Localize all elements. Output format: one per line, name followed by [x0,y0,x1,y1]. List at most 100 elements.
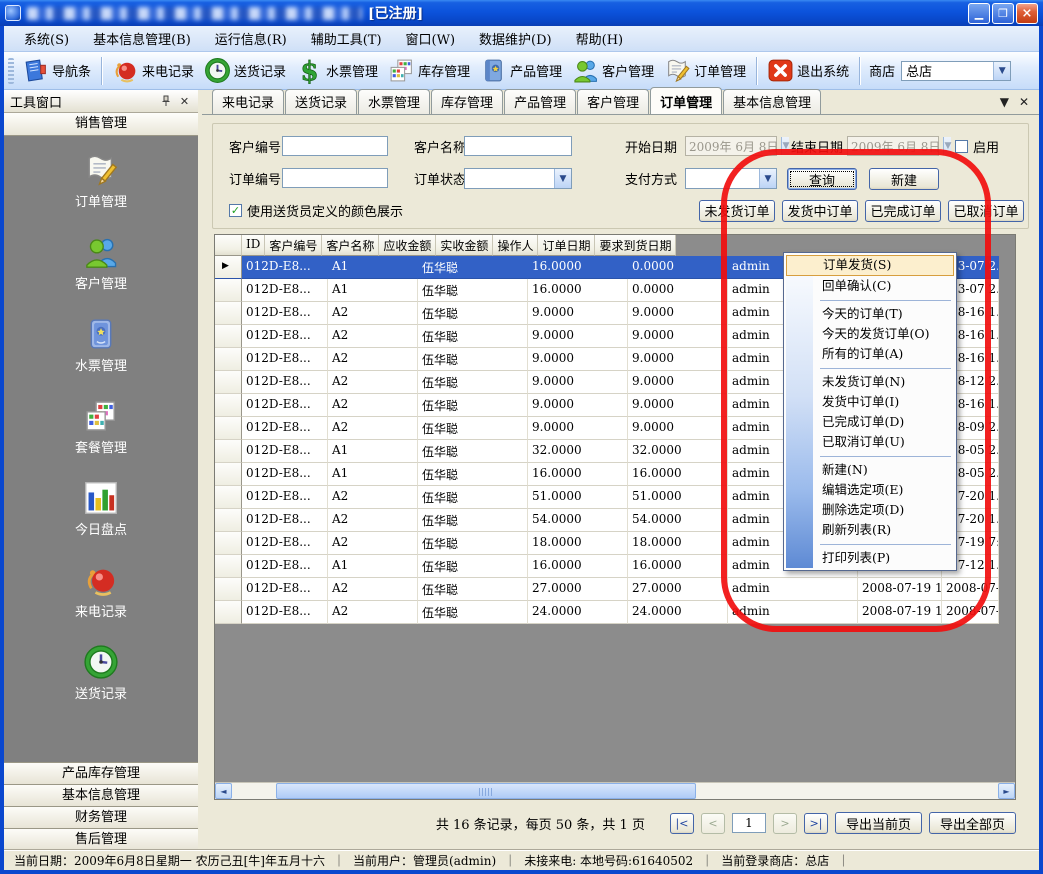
export-current-page-button[interactable]: 导出当前页 [835,812,922,834]
sidebar-section-sales[interactable]: 销售管理 [4,113,198,136]
row-selector-cell[interactable] [215,463,242,486]
scroll-right-icon[interactable]: ► [998,783,1015,799]
row-selector-cell[interactable] [215,302,242,325]
tab-scroll-chevron-icon[interactable]: ▼ [1000,95,1009,109]
export-all-pages-button[interactable]: 导出全部页 [929,812,1016,834]
menubar-item[interactable]: 数据维护(D) [467,26,564,51]
enable-checkbox[interactable] [955,140,968,153]
toolbar-button-orders[interactable]: 订单管理 [659,55,751,86]
sidebar-section-after-sales[interactable]: 售后管理 [4,828,198,850]
horizontal-scrollbar[interactable]: ◄ ► [215,782,1015,799]
pin-icon[interactable] [158,94,173,109]
menu-item-todays-shipping-orders[interactable]: 今天的发货订单(O) [786,324,954,344]
menubar-item[interactable]: 辅助工具(T) [299,26,394,51]
row-selector-cell[interactable] [215,417,242,440]
row-selector-cell[interactable] [215,256,242,279]
menu-item-completed-orders[interactable]: 已完成订单(D) [786,412,954,432]
order-status-select[interactable]: ▼ [464,168,572,189]
toolbar-button-customers[interactable]: 客户管理 [567,55,659,86]
sidebar-item-call-records[interactable]: 来电记录 [4,562,198,620]
toolbar-button-water-tickets[interactable]: $ 水票管理 [291,55,383,86]
menu-item-new[interactable]: 新建(N) [786,460,954,480]
row-selector-cell[interactable] [215,486,242,509]
column-header[interactable]: 订单日期 [538,235,595,256]
menu-item-shipping-orders[interactable]: 发货中订单(I) [786,392,954,412]
menu-item-edit-selected[interactable]: 编辑选定项(E) [786,480,954,500]
toolbar-button-inventory[interactable]: 库存管理 [383,55,475,86]
row-selector-cell[interactable] [215,440,242,463]
tab-customers[interactable]: 客户管理 [577,89,649,114]
menubar-item[interactable]: 帮助(H) [564,26,635,51]
table-row[interactable]: 012D-E8... A2 伍华聪 27.0000 27.0000 admin … [215,578,999,601]
sidebar-section-product-inventory[interactable]: 产品库存管理 [4,762,198,784]
shop-select[interactable]: 总店 ▼ [901,61,1011,81]
page-number-input[interactable]: 1 [732,813,766,833]
row-selector-cell[interactable] [215,325,242,348]
menu-item-confirm-receipt[interactable]: 回单确认(C) [786,276,954,296]
sidebar-item-delivery-records[interactable]: 送货记录 [4,644,198,702]
toolbar-button-call-records[interactable]: 来电记录 [107,55,199,86]
row-selector-cell[interactable] [215,371,242,394]
sidebar-item-water-tickets[interactable]: 水票管理 [4,316,198,374]
maximize-button[interactable]: ❐ [992,3,1014,24]
column-header[interactable]: 应收金额 [379,235,436,256]
row-selector-cell[interactable] [215,601,242,624]
close-button[interactable]: × [1016,3,1038,24]
row-selector-cell[interactable] [215,394,242,417]
first-page-button[interactable]: |< [670,813,694,834]
menubar-item[interactable]: 运行信息(R) [203,26,299,51]
toolbar-button-products[interactable]: 产品管理 [475,55,567,86]
sidebar-item-packages[interactable]: 套餐管理 [4,398,198,456]
sidebar-item-today-check[interactable]: 今日盘点 [4,480,198,538]
toolbar-button-navbar[interactable]: 导航条 [17,55,96,86]
column-header[interactable]: ID [242,235,265,256]
chevron-down-icon[interactable]: ▼ [993,62,1010,80]
row-selector-cell[interactable] [215,509,242,532]
column-header[interactable]: 客户名称 [322,235,379,256]
row-selector-cell[interactable] [215,555,242,578]
menu-item-all-orders[interactable]: 所有的订单(A) [786,344,954,364]
sidebar-item-orders[interactable]: 订单管理 [4,152,198,210]
menu-item-todays-orders[interactable]: 今天的订单(T) [786,304,954,324]
tab-inventory[interactable]: 库存管理 [431,89,503,114]
tab-close-icon[interactable]: ✕ [1019,95,1029,109]
delivery-color-checkbox[interactable]: ✓ [229,204,242,217]
row-selector-cell[interactable] [215,279,242,302]
row-selector-cell[interactable] [215,578,242,601]
query-button[interactable]: 查询 [787,168,857,190]
menu-item-cancelled-orders[interactable]: 已取消订单(U) [786,432,954,452]
row-selector-cell[interactable] [215,532,242,555]
minimize-button[interactable]: ▁ [968,3,990,24]
row-selector-cell[interactable] [215,348,242,371]
order-no-input[interactable] [282,168,388,188]
toolbar-button-exit[interactable]: 退出系统 [762,55,854,86]
sidebar-section-basic-info[interactable]: 基本信息管理 [4,784,198,806]
scroll-left-icon[interactable]: ◄ [215,783,232,799]
button-completed-orders[interactable]: 已完成订单 [865,200,941,222]
payment-select[interactable]: ▼ [685,168,777,189]
button-unshipped-orders[interactable]: 未发货订单 [699,200,775,222]
end-date-picker[interactable]: 2009年 6月 8日▼ [847,136,939,156]
tab-basic-info[interactable]: 基本信息管理 [723,89,821,114]
menu-item-delete-selected[interactable]: 删除选定项(D) [786,500,954,520]
tab-water-tickets[interactable]: 水票管理 [358,89,430,114]
start-date-picker[interactable]: 2009年 6月 8日▼ [685,136,777,156]
menu-item-unshipped-orders[interactable]: 未发货订单(N) [786,372,954,392]
prev-page-button[interactable]: < [701,813,725,834]
column-header[interactable]: 实收金额 [436,235,493,256]
menu-item-refresh-list[interactable]: 刷新列表(R) [786,520,954,540]
column-header[interactable]: 要求到货日期 [595,235,676,256]
toolbar-grip[interactable] [8,58,14,84]
customer-name-input[interactable] [464,136,572,156]
menu-item-ship-order[interactable]: 订单发货(S) [786,255,954,276]
customer-no-input[interactable] [282,136,388,156]
tab-delivery-records[interactable]: 送货记录 [285,89,357,114]
scrollbar-thumb[interactable] [276,783,696,799]
menu-item-print-list[interactable]: 打印列表(P) [786,548,954,568]
column-header[interactable]: 操作人 [493,235,538,256]
tab-products[interactable]: 产品管理 [504,89,576,114]
last-page-button[interactable]: >| [804,813,828,834]
tab-call-records[interactable]: 来电记录 [212,89,284,114]
sidebar-item-customers[interactable]: 客户管理 [4,234,198,292]
next-page-button[interactable]: > [773,813,797,834]
